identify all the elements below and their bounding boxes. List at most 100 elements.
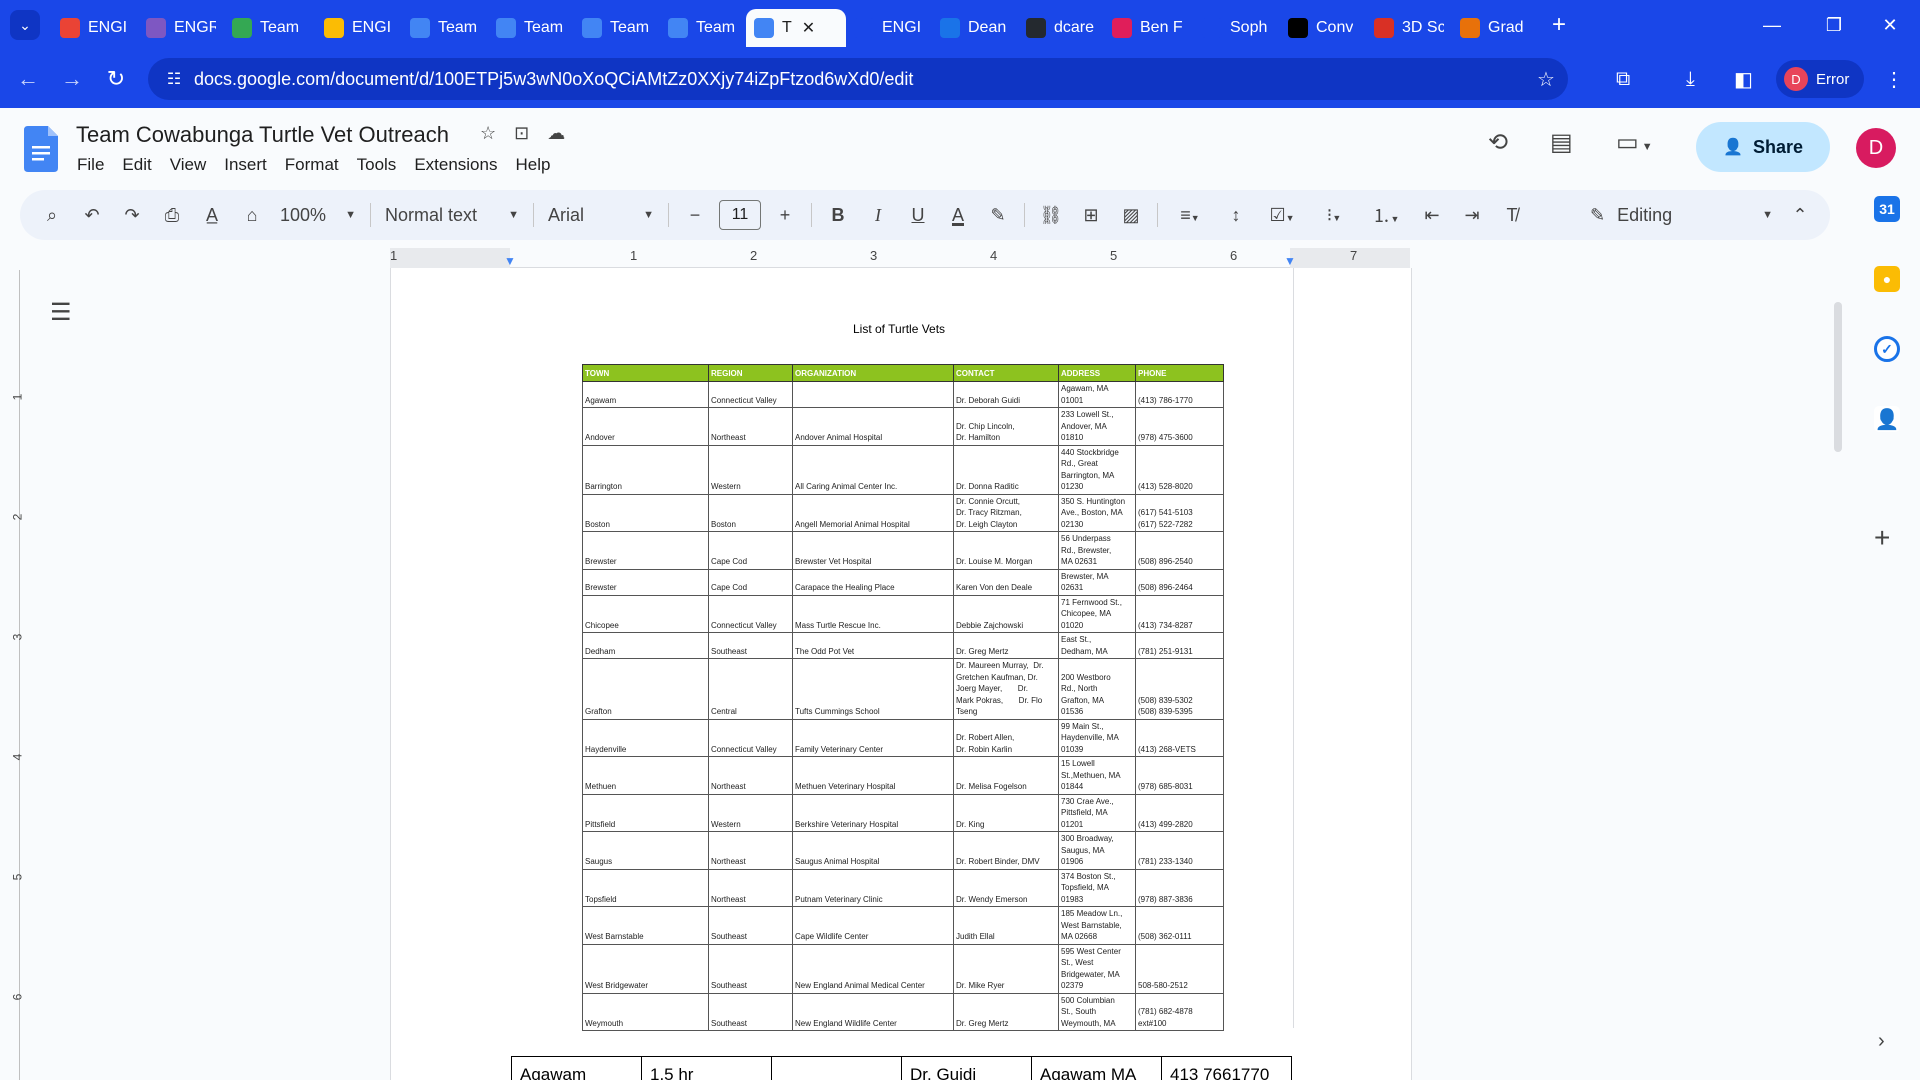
url-text[interactable]: docs.google.com/document/d/100ETPj5w3wN0… xyxy=(194,69,1524,90)
table-cell[interactable]: 56 Underpass Rd., Brewster, MA 02631 xyxy=(1058,531,1136,570)
table-cell[interactable] xyxy=(792,381,954,408)
table-cell[interactable]: West Bridgewater xyxy=(582,943,709,994)
table-cell[interactable]: (413) 499-2820 xyxy=(1135,793,1224,832)
paint-format-icon[interactable]: ⌂ xyxy=(232,205,272,226)
bold-icon[interactable]: B xyxy=(818,205,858,226)
table-cell[interactable]: Connecticut Valley xyxy=(708,594,793,633)
table-cell[interactable]: Agawam xyxy=(582,381,709,408)
table-cell[interactable]: East St., Dedham, MA xyxy=(1058,632,1136,659)
style-select[interactable]: Normal text ▼ xyxy=(377,205,527,226)
restore-button[interactable]: ❐ xyxy=(1806,0,1862,50)
chevron-right-icon[interactable]: › xyxy=(1878,1030,1885,1053)
menu-help[interactable]: Help xyxy=(506,155,559,175)
table-cell[interactable]: Judith Ellal xyxy=(953,906,1059,945)
menu-view[interactable]: View xyxy=(161,155,216,175)
table-cell[interactable]: 185 Meadow Ln., West Barnstable, MA 0266… xyxy=(1058,906,1136,945)
table-cell[interactable]: (508) 362-0111 xyxy=(1135,906,1224,945)
table-cell[interactable]: 350 S. Huntington Ave., Boston, MA 02130 xyxy=(1058,493,1136,532)
table-cell[interactable]: Dr. Guidi xyxy=(901,1056,1032,1080)
table-cell[interactable]: Topsfield xyxy=(582,868,709,907)
decrease-indent-icon[interactable]: ⇤ xyxy=(1412,205,1452,226)
document-title[interactable]: Team Cowabunga Turtle Vet Outreach xyxy=(76,122,449,148)
browser-tab[interactable]: dcare xyxy=(1018,9,1104,47)
clear-formatting-icon[interactable]: T̸ xyxy=(1492,205,1532,226)
browser-tab[interactable]: Team xyxy=(488,9,574,47)
table-cell[interactable]: Central xyxy=(708,658,793,720)
table-cell[interactable]: Dedham xyxy=(582,632,709,659)
undo-icon[interactable]: ↶ xyxy=(72,205,112,226)
table-cell[interactable]: Haydenville xyxy=(582,718,709,757)
table-cell[interactable]: Putnam Veterinary Clinic xyxy=(792,868,954,907)
table-cell[interactable]: Dr. Louise M. Morgan xyxy=(953,531,1059,570)
table-cell[interactable]: Cape Cod xyxy=(708,568,793,596)
insert-link-icon[interactable]: ⛓ xyxy=(1031,205,1071,226)
bookmark-star-icon[interactable]: ☆ xyxy=(1524,67,1568,92)
table-cell[interactable]: (508) 839-5302 (508) 839-5395 xyxy=(1135,658,1224,720)
table-cell[interactable]: Northeast xyxy=(708,868,793,907)
table-cell[interactable]: Northeast xyxy=(708,756,793,795)
table-cell[interactable]: Dr. Mike Ryer xyxy=(953,943,1059,994)
browser-tab[interactable]: Team xyxy=(660,9,746,47)
menu-file[interactable]: File xyxy=(68,155,113,175)
table-cell[interactable]: Methuen Veterinary Hospital xyxy=(792,756,954,795)
table-cell[interactable]: Grafton xyxy=(582,658,709,720)
table-cell[interactable]: Dr. Wendy Emerson xyxy=(953,868,1059,907)
vertical-scrollbar[interactable] xyxy=(1834,302,1842,452)
star-icon[interactable]: ☆ xyxy=(480,123,496,144)
table-cell[interactable]: Andover Animal Hospital xyxy=(792,407,954,446)
table-cell[interactable]: (978) 475-3600 xyxy=(1135,407,1224,446)
highlight-icon[interactable]: ✎ xyxy=(978,205,1018,226)
table-cell[interactable]: Saugus Animal Hospital xyxy=(792,831,954,870)
table-cell[interactable]: (781) 233-1340 xyxy=(1135,831,1224,870)
download-icon[interactable]: ⤓ xyxy=(1686,50,1695,108)
table-cell[interactable]: Southeast xyxy=(708,632,793,659)
align-icon[interactable]: ≡▼ xyxy=(1164,205,1216,226)
browser-tab[interactable]: Soph xyxy=(1194,9,1280,47)
table-cell[interactable]: Berkshire Veterinary Hospital xyxy=(792,793,954,832)
table-cell[interactable]: 1.5 hr xyxy=(641,1056,772,1080)
move-folder-icon[interactable]: ⊡ xyxy=(514,123,529,144)
browser-tab[interactable]: Grad xyxy=(1452,9,1542,47)
table-cell[interactable]: Saugus xyxy=(582,831,709,870)
table-cell[interactable]: New England Animal Medical Center xyxy=(792,943,954,994)
browser-tab[interactable]: ENGI xyxy=(846,9,932,47)
keep-icon[interactable]: ● xyxy=(1874,266,1900,292)
table-cell[interactable]: West Barnstable xyxy=(582,906,709,945)
table-cell[interactable]: (413) 268-VETS xyxy=(1135,718,1224,757)
table-cell[interactable]: Boston xyxy=(582,493,709,532)
profile-button[interactable]: D Error xyxy=(1776,60,1864,98)
table-cell[interactable]: 15 Lowell St.,Methuen, MA 01844 xyxy=(1058,756,1136,795)
right-indent-marker-icon[interactable]: ▼ xyxy=(1284,254,1296,268)
browser-tab[interactable]: ENGI xyxy=(316,9,402,47)
editing-mode-select[interactable]: ✎ Editing ▼ xyxy=(1590,190,1773,240)
close-window-button[interactable]: ✕ xyxy=(1862,0,1918,50)
table-cell[interactable]: Dr. Chip Lincoln, Dr. Hamilton xyxy=(953,407,1059,446)
search-menus-icon[interactable]: ⌕ xyxy=(32,205,72,226)
table-cell[interactable]: Dr. Melisa Fogelson xyxy=(953,756,1059,795)
table-cell[interactable]: (413) 528-8020 xyxy=(1135,444,1224,495)
table-cell[interactable]: Agawam xyxy=(511,1056,642,1080)
table-cell[interactable]: Dr. Donna Raditic xyxy=(953,444,1059,495)
browser-tab[interactable]: ENGI xyxy=(52,9,138,47)
menu-insert[interactable]: Insert xyxy=(215,155,276,175)
decrease-font-size-icon[interactable]: − xyxy=(675,205,715,226)
lower-table[interactable]: Agawam 1.5 hr Dr. Guidi Agawam MA 413 76… xyxy=(511,1056,1292,1080)
menu-extensions[interactable]: Extensions xyxy=(405,155,506,175)
table-cell[interactable]: 508-580-2512 xyxy=(1135,943,1224,994)
table-cell[interactable]: (978) 685-8031 xyxy=(1135,756,1224,795)
table-cell[interactable]: Dr. Robert Binder, DMV xyxy=(953,831,1059,870)
table-cell[interactable]: Dr. King xyxy=(953,793,1059,832)
table-cell[interactable]: Southeast xyxy=(708,992,793,1031)
contacts-icon[interactable]: 👤 xyxy=(1874,406,1900,432)
menu-edit[interactable]: Edit xyxy=(113,155,160,175)
minimize-button[interactable]: — xyxy=(1744,0,1800,50)
collapse-toolbar-icon[interactable]: ⌃ xyxy=(1780,205,1820,226)
table-cell[interactable]: Dr. Maureen Murray, Dr. Gretchen Kaufman… xyxy=(953,658,1059,720)
table-cell[interactable]: 440 Stockbridge Rd., Great Barrington, M… xyxy=(1058,444,1136,495)
table-cell[interactable]: Weymouth xyxy=(582,992,709,1031)
extensions-icon[interactable]: ⧉ xyxy=(1616,50,1630,108)
table-cell[interactable]: Cape Cod xyxy=(708,531,793,570)
table-cell[interactable]: (978) 887-3836 xyxy=(1135,868,1224,907)
add-on-plus-icon[interactable]: + xyxy=(1874,522,1890,554)
table-cell[interactable]: Dr. Robert Allen, Dr. Robin Karlin xyxy=(953,718,1059,757)
